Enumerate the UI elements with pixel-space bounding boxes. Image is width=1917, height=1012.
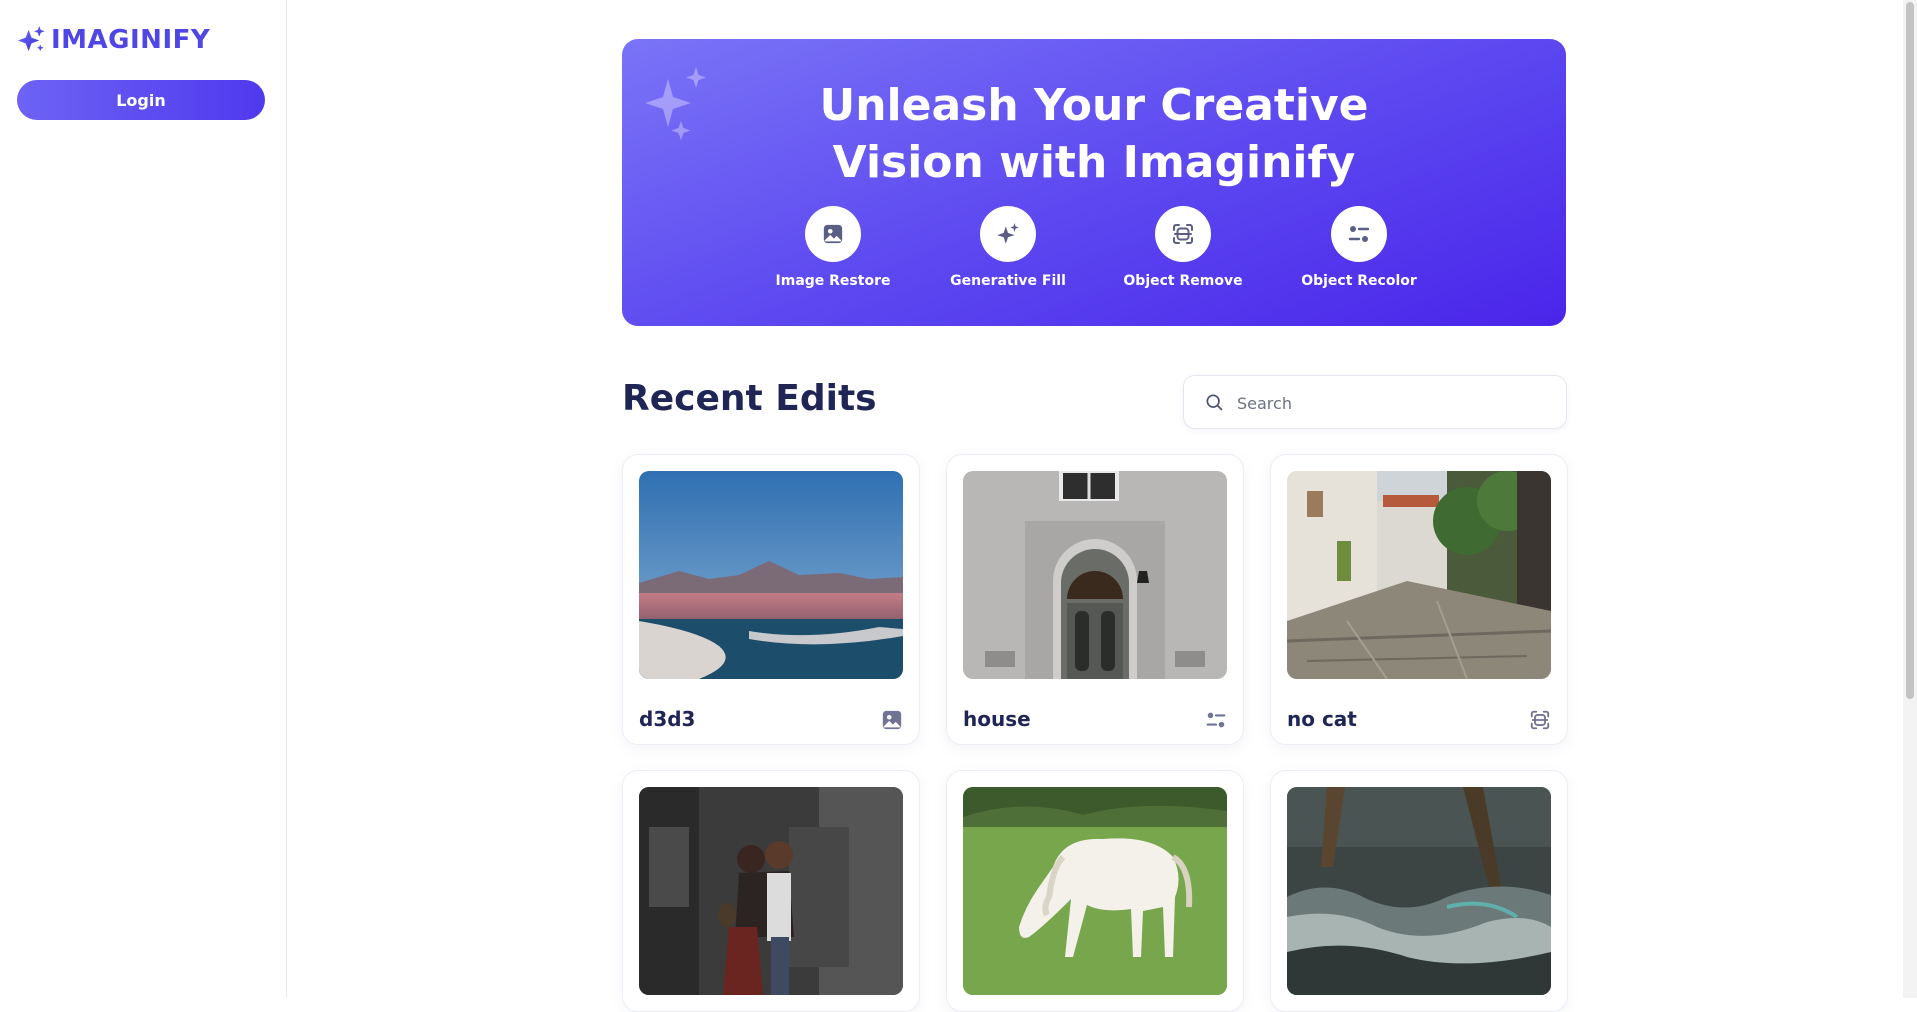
tool-icon-circle: [1331, 206, 1387, 262]
search-input[interactable]: [1235, 389, 1539, 417]
tool-label: Generative Fill: [950, 273, 1066, 289]
tool-object-remove[interactable]: Object Remove: [1113, 206, 1253, 289]
card-image: [639, 471, 903, 679]
hero-banner: Unleash Your Creative Vision with Imagin…: [622, 39, 1566, 326]
tool-label: Object Remove: [1123, 273, 1243, 289]
image-card[interactable]: house: [946, 454, 1244, 745]
tool-generative-fill[interactable]: Generative Fill: [938, 206, 1078, 289]
object-remove-icon: [1530, 710, 1550, 730]
tool-label: Object Recolor: [1301, 273, 1417, 289]
card-image: [1287, 471, 1551, 679]
card-image: [963, 787, 1227, 995]
login-button[interactable]: Login: [17, 80, 265, 120]
search-icon: [1206, 394, 1223, 411]
sparkles-icon: [17, 25, 45, 52]
generative-fill-icon: [997, 223, 1019, 244]
hero-title-line2: Vision with Imaginify: [832, 137, 1356, 188]
object-recolor-icon: [1206, 712, 1226, 728]
image-card[interactable]: [622, 770, 920, 1012]
tool-label: Image Restore: [775, 273, 891, 289]
tool-icon-circle: [1155, 206, 1211, 262]
card-title: no cat: [1287, 707, 1357, 731]
hero-title: Unleash Your Creative Vision with Imagin…: [622, 77, 1566, 191]
tool-image-restore[interactable]: Image Restore: [763, 206, 903, 289]
card-image: [963, 471, 1227, 679]
image-card[interactable]: no cat: [1270, 454, 1568, 745]
card-image: [1287, 787, 1551, 995]
scrollbar-thumb[interactable]: [1906, 2, 1914, 699]
image-card[interactable]: d3d3: [622, 454, 920, 745]
card-title: house: [963, 707, 1031, 731]
card-image: [639, 787, 903, 995]
tool-object-recolor[interactable]: Object Recolor: [1289, 206, 1429, 289]
sidebar: IMAGINIFY Login: [0, 0, 287, 998]
image-restore-icon: [882, 710, 902, 730]
card-title: d3d3: [639, 707, 696, 731]
app-name: IMAGINIFY: [51, 24, 211, 55]
logo[interactable]: IMAGINIFY: [16, 24, 210, 55]
scrollbar[interactable]: [1903, 0, 1917, 998]
hero-title-line1: Unleash Your Creative: [819, 80, 1369, 131]
image-card[interactable]: [1270, 770, 1568, 1012]
tool-icon-circle: [805, 206, 861, 262]
object-remove-icon: [1173, 224, 1193, 244]
image-restore-icon: [823, 224, 843, 244]
recent-edits-title: Recent Edits: [622, 378, 877, 419]
object-recolor-icon: [1348, 226, 1370, 242]
search-box[interactable]: [1183, 375, 1567, 429]
tool-icon-circle: [980, 206, 1036, 262]
image-card[interactable]: [946, 770, 1244, 1012]
tool-list: Image Restore Generative Fill Object Rem…: [622, 206, 1566, 306]
